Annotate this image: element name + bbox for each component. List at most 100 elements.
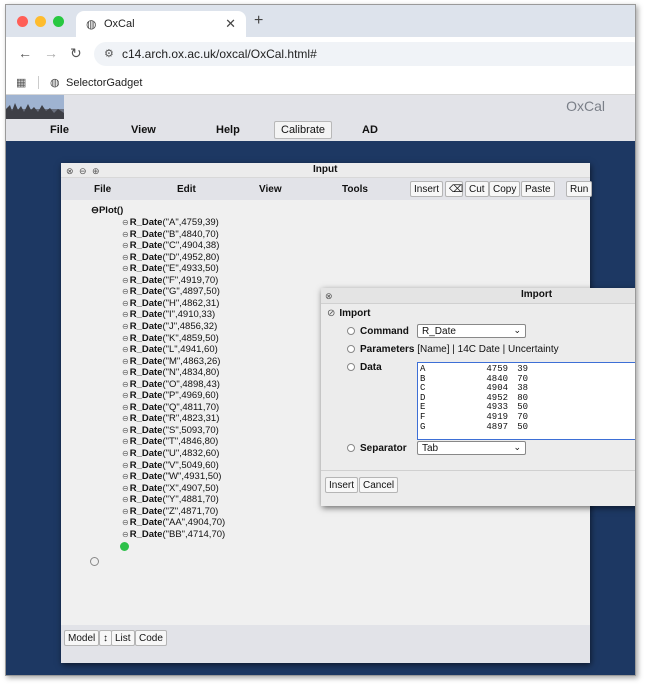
collapse-icon[interactable]: ⊖ [122,253,129,262]
tree-entry[interactable]: ⊖R_Date("L",4941,60) [122,344,218,355]
menu-help[interactable]: Help [216,124,240,136]
input-menu-edit[interactable]: Edit [177,184,196,195]
tree-entry[interactable]: ⊖R_Date("Z",4871,70) [122,506,218,517]
tree-entry[interactable]: ⊖R_Date("C",4904,38) [122,240,219,251]
input-window-titlebar[interactable]: ⊗ ⊖ ⊕ Input [61,163,590,178]
collapse-icon[interactable]: ⊖ [122,518,129,527]
model-tab[interactable]: Model [64,630,100,646]
collapse-icon[interactable]: ⊖ [122,472,129,481]
tree-entry[interactable]: ⊖R_Date("K",4859,50) [122,333,219,344]
tree-entry[interactable]: ⊖R_Date("R",4823,31) [122,413,219,424]
forward-icon[interactable]: → [44,45,58,61]
tree-entry[interactable]: ⊖R_Date("W",4931,50) [122,471,221,482]
tree-entry[interactable]: ⊖R_Date("H",4862,31) [122,298,219,309]
input-menu-tools[interactable]: Tools [342,184,368,195]
apps-grid-icon[interactable]: ▦ [16,76,26,89]
close-icon[interactable]: ⊗ [66,166,74,177]
command-radio[interactable] [347,327,355,336]
input-menu-view[interactable]: View [259,184,282,195]
data-row[interactable]: Data [347,362,382,373]
collapse-icon[interactable]: ⊖ [122,334,129,343]
collapse-icon[interactable]: ⊖ [122,287,129,296]
tree-entry[interactable]: ⊖R_Date("BB",4714,70) [122,529,225,540]
delete-icon[interactable]: ⌫ [445,181,463,197]
separator-select[interactable]: Tab ⌄ [417,441,526,455]
browser-tab[interactable]: ◍ OxCal ✕ [76,11,246,37]
close-tab-icon[interactable]: ✕ [225,16,236,32]
tree-entry[interactable]: ⊖R_Date("G",4897,50) [122,286,220,297]
collapse-icon[interactable]: ⊖ [122,241,129,250]
zoom-window-button[interactable] [53,16,64,27]
separator-radio[interactable] [347,444,355,453]
tree-entry[interactable]: ⊖R_Date("F",4919,70) [122,275,218,286]
tree-entry[interactable]: ⊖R_Date("Y",4881,70) [122,494,219,505]
collapse-icon[interactable]: ⊖ [122,322,129,331]
collapse-icon[interactable]: ⊖ [122,380,129,389]
tree-entry[interactable]: ⊖R_Date("I",4910,33) [122,309,215,320]
tree-entry[interactable]: ⊖R_Date("O",4898,43) [122,379,220,390]
close-icon[interactable]: ⊗ [325,291,333,302]
close-window-button[interactable] [17,16,28,27]
import-insert-button[interactable]: Insert [325,477,359,493]
tree-entry[interactable]: ⊖R_Date("E",4933,50) [122,263,219,274]
collapse-icon[interactable]: ⊖ [122,426,129,435]
collapse-icon[interactable]: ⊖ [122,449,129,458]
menu-view[interactable]: View [131,124,156,136]
tree-entry[interactable]: ⊖R_Date("B",4840,70) [122,229,219,240]
menu-file[interactable]: File [50,124,69,136]
insert-point-green-dot[interactable] [120,542,129,551]
collapse-icon[interactable]: ⊖ [122,276,129,285]
tree-entry[interactable]: ⊖R_Date("P",4969,60) [122,390,219,401]
input-menu-file[interactable]: File [94,184,111,195]
collapse-icon[interactable]: ⊖ [122,357,129,366]
data-textarea[interactable]: A 4759 39 B 4840 70 C 4904 38 D 4952 80 E 4933 50 F 4919… [417,362,635,440]
new-tab-icon[interactable]: + [254,12,263,30]
plot-node[interactable]: ⊖Plot() [91,205,123,216]
command-select[interactable]: R_Date ⌄ [417,324,526,338]
run-button[interactable]: Run [566,181,593,197]
maximize-icon[interactable]: ⊕ [92,166,100,177]
paste-button[interactable]: Paste [521,181,555,197]
collapse-icon[interactable]: ⊖ [122,495,129,504]
copy-button[interactable]: Copy [489,181,521,197]
tree-entry[interactable]: ⊖R_Date("X",4907,50) [122,483,219,494]
collapse-icon[interactable]: ⊖ [122,218,129,227]
reload-icon[interactable]: ↻ [70,45,82,62]
url-field[interactable]: ⚙ c14.arch.ox.ac.uk/oxcal/OxCal.html# [94,42,635,66]
tree-entry[interactable]: ⊖R_Date("AA",4904,70) [122,517,225,528]
collapse-icon[interactable]: ⊖ [122,530,129,539]
minimize-window-button[interactable] [35,16,46,27]
collapse-icon[interactable]: ⊖ [122,310,129,319]
collapse-icon[interactable]: ⊖ [122,414,129,423]
collapse-icon[interactable]: ⊖ [122,403,129,412]
code-tab[interactable]: Code [135,630,167,646]
command-row[interactable]: Command [347,326,409,337]
collapse-icon[interactable]: ⊖ [122,484,129,493]
tree-entry[interactable]: ⊖R_Date("D",4952,80) [122,252,219,263]
separator-row[interactable]: Separator [347,443,407,454]
calibrate-button[interactable]: Calibrate [274,121,333,139]
collapse-icon[interactable]: ⊖ [122,345,129,354]
menu-ad[interactable]: AD [362,124,378,136]
parameters-radio[interactable] [347,345,355,354]
tree-entry[interactable]: ⊖R_Date("S",5093,70) [122,425,219,436]
tree-entry[interactable]: ⊖R_Date("T",4846,80) [122,436,218,447]
parameters-row[interactable]: Parameters [Name] | 14C Date | Uncertain… [347,344,559,355]
bookmark-selectorgadget[interactable]: SelectorGadget [66,77,142,89]
collapse-icon[interactable]: ⊖ [122,437,129,446]
collapse-icon[interactable]: ⊖ [122,461,129,470]
tree-entry[interactable]: ⊖R_Date("U",4832,60) [122,448,219,459]
tree-entry[interactable]: ⊖R_Date("J",4856,32) [122,321,217,332]
collapse-icon[interactable]: ⊖ [122,264,129,273]
site-settings-icon[interactable]: ⚙ [104,47,114,60]
minimize-icon[interactable]: ⊖ [79,166,87,177]
cut-button[interactable]: Cut [465,181,489,197]
collapse-icon[interactable]: ⊖ [122,368,129,377]
empty-node-circle[interactable] [90,557,99,566]
tree-entry[interactable]: ⊖R_Date("N",4834,80) [122,367,219,378]
tree-entry[interactable]: ⊖R_Date("V",5049,60) [122,460,219,471]
collapse-icon[interactable]: ⊖ [122,391,129,400]
collapse-icon[interactable]: ⊖ [91,205,99,216]
tree-entry[interactable]: ⊖R_Date("Q",4811,70) [122,402,219,413]
insert-button[interactable]: Insert [410,181,444,197]
